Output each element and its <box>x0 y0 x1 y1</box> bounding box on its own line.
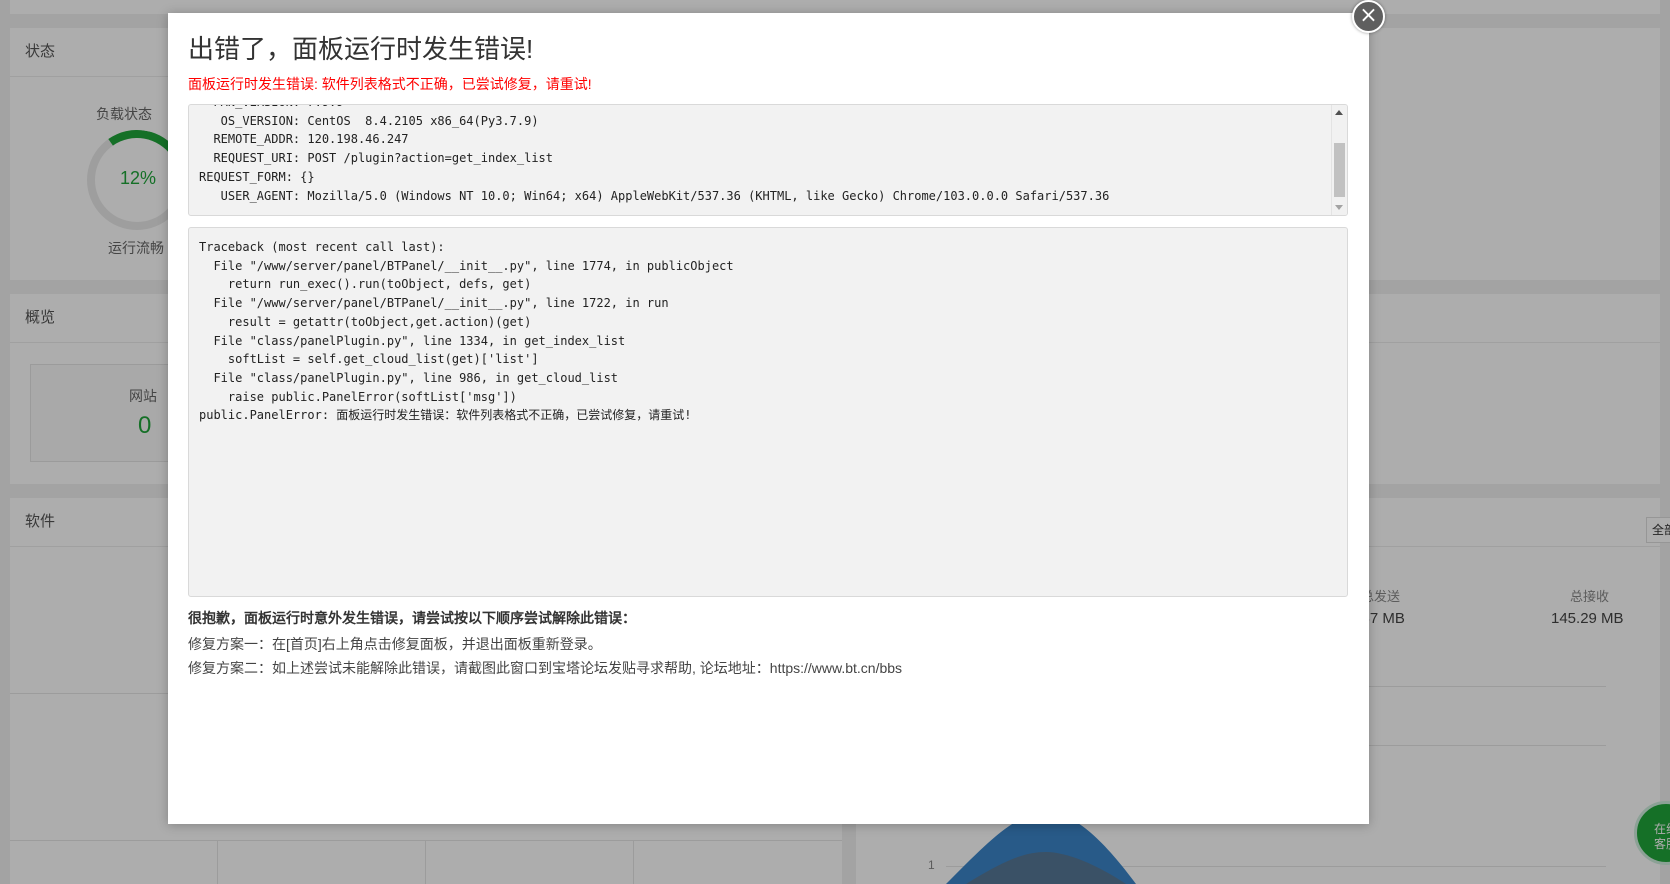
env-line: REMOTE_ADDR: 120.198.46.247 <box>199 132 409 147</box>
env-line: REQUEST_FORM: {} <box>199 169 315 184</box>
modal-title: 出错了，面板运行时发生错误! <box>188 34 534 64</box>
traceback-text: Traceback (most recent call last): File … <box>199 238 734 425</box>
env-scrollbar[interactable] <box>1331 105 1347 215</box>
traceback-line: result = getattr(toObject,get.action)(ge… <box>199 314 532 329</box>
scroll-thumb[interactable] <box>1334 143 1345 197</box>
environment-info-box[interactable]: PAN_VERSION: 7.9.9 OS_VERSION: CentOS 8.… <box>188 104 1348 216</box>
error-modal: 出错了，面板运行时发生错误! 面板运行时发生错误: 软件列表格式不正确，已尝试修… <box>168 13 1369 824</box>
traceback-line: Traceback (most recent call last): <box>199 240 445 254</box>
traceback-line: File "class/panelPlugin.py", line 986, i… <box>199 370 619 385</box>
traceback-box[interactable]: Traceback (most recent call last): File … <box>188 227 1348 597</box>
env-line: PAN_VERSION: 7.9.9 <box>199 105 1109 112</box>
scroll-down-arrow-icon[interactable] <box>1335 205 1343 210</box>
traceback-line: public.PanelError: 面板运行时发生错误：软件列表格式不正确，已… <box>199 408 692 423</box>
traceback-line: raise public.PanelError(softList['msg']) <box>199 389 517 404</box>
environment-info-text: PAN_VERSION: 7.9.9 OS_VERSION: CentOS 8.… <box>199 105 1110 205</box>
traceback-line: File "class/panelPlugin.py", line 1334, … <box>199 333 626 348</box>
traceback-line: File "/www/server/panel/BTPanel/__init__… <box>199 258 734 273</box>
help-item-1: 修复方案一：在[首页]右上角点击修复面板，并退出面板重新登录。 <box>188 636 602 652</box>
env-line: OS_VERSION: CentOS 8.4.2105 x86_64(Py3.7… <box>199 113 539 128</box>
env-line: USER_AGENT: Mozilla/5.0 (Windows NT 10.0… <box>199 188 1110 203</box>
env-line: REQUEST_URI: POST /plugin?action=get_ind… <box>199 151 554 166</box>
close-icon[interactable]: × <box>1352 0 1385 33</box>
help-heading: 很抱歉，面板运行时意外发生错误，请尝试按以下顺序尝试解除此错误： <box>188 610 636 626</box>
modal-error-message: 面板运行时发生错误: 软件列表格式不正确，已尝试修复，请重试! <box>188 76 592 92</box>
scroll-up-arrow-icon[interactable] <box>1335 110 1343 115</box>
help-item-2: 修复方案二：如上述尝试未能解除此错误，请截图此窗口到宝塔论坛发贴寻求帮助, 论坛… <box>188 660 903 676</box>
traceback-line: return run_exec().run(toObject, defs, ge… <box>199 277 532 292</box>
traceback-line: File "/www/server/panel/BTPanel/__init__… <box>199 296 669 311</box>
traceback-line: softList = self.get_cloud_list(get)['lis… <box>199 352 539 367</box>
